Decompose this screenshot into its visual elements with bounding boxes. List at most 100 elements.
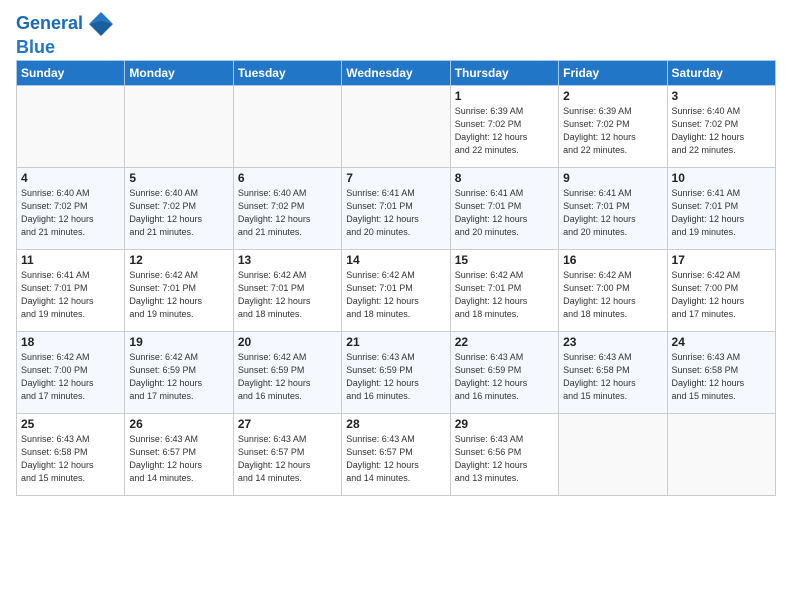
calendar-cell: 20 Sunrise: 6:42 AM Sunset: 6:59 PM Dayli… — [233, 331, 341, 413]
day-number: 23 — [563, 335, 662, 349]
calendar-cell: 24 Sunrise: 6:43 AM Sunset: 6:58 PM Dayli… — [667, 331, 775, 413]
calendar-cell: 26 Sunrise: 6:43 AM Sunset: 6:57 PM Dayli… — [125, 413, 233, 495]
day-header-thursday: Thursday — [450, 60, 558, 85]
day-info: Sunrise: 6:43 AM Sunset: 6:57 PM Dayligh… — [129, 433, 228, 485]
calendar-cell: 14 Sunrise: 6:42 AM Sunset: 7:01 PM Dayli… — [342, 249, 450, 331]
calendar-cell: 13 Sunrise: 6:42 AM Sunset: 7:01 PM Dayli… — [233, 249, 341, 331]
page-container: General Blue SundayMondayTuesdayWednesda… — [0, 0, 792, 506]
calendar-cell: 2 Sunrise: 6:39 AM Sunset: 7:02 PM Daylig… — [559, 85, 667, 167]
day-info: Sunrise: 6:43 AM Sunset: 6:59 PM Dayligh… — [346, 351, 445, 403]
day-header-wednesday: Wednesday — [342, 60, 450, 85]
calendar-cell — [667, 413, 775, 495]
day-number: 22 — [455, 335, 554, 349]
day-info: Sunrise: 6:41 AM Sunset: 7:01 PM Dayligh… — [346, 187, 445, 239]
day-number: 19 — [129, 335, 228, 349]
day-number: 1 — [455, 89, 554, 103]
day-info: Sunrise: 6:43 AM Sunset: 6:57 PM Dayligh… — [346, 433, 445, 485]
calendar-cell — [17, 85, 125, 167]
day-number: 29 — [455, 417, 554, 431]
day-info: Sunrise: 6:43 AM Sunset: 6:56 PM Dayligh… — [455, 433, 554, 485]
day-number: 14 — [346, 253, 445, 267]
day-number: 20 — [238, 335, 337, 349]
calendar-cell — [342, 85, 450, 167]
day-info: Sunrise: 6:43 AM Sunset: 6:58 PM Dayligh… — [672, 351, 771, 403]
day-info: Sunrise: 6:41 AM Sunset: 7:01 PM Dayligh… — [21, 269, 120, 321]
day-header-sunday: Sunday — [17, 60, 125, 85]
day-number: 18 — [21, 335, 120, 349]
calendar-cell: 6 Sunrise: 6:40 AM Sunset: 7:02 PM Daylig… — [233, 167, 341, 249]
calendar-cell: 1 Sunrise: 6:39 AM Sunset: 7:02 PM Daylig… — [450, 85, 558, 167]
calendar-week-2: 4 Sunrise: 6:40 AM Sunset: 7:02 PM Daylig… — [17, 167, 776, 249]
day-info: Sunrise: 6:41 AM Sunset: 7:01 PM Dayligh… — [455, 187, 554, 239]
calendar-cell: 10 Sunrise: 6:41 AM Sunset: 7:01 PM Dayli… — [667, 167, 775, 249]
day-number: 24 — [672, 335, 771, 349]
day-info: Sunrise: 6:42 AM Sunset: 7:00 PM Dayligh… — [21, 351, 120, 403]
day-info: Sunrise: 6:41 AM Sunset: 7:01 PM Dayligh… — [672, 187, 771, 239]
calendar-cell: 3Sunrise: 6:40 AM Sunset: 7:02 PM Daylig… — [667, 85, 775, 167]
day-info: Sunrise: 6:40 AM Sunset: 7:02 PM Dayligh… — [672, 105, 771, 157]
day-info: Sunrise: 6:42 AM Sunset: 7:00 PM Dayligh… — [563, 269, 662, 321]
day-info: Sunrise: 6:42 AM Sunset: 7:01 PM Dayligh… — [238, 269, 337, 321]
day-number: 2 — [563, 89, 662, 103]
day-number: 16 — [563, 253, 662, 267]
calendar-week-3: 11 Sunrise: 6:41 AM Sunset: 7:01 PM Dayli… — [17, 249, 776, 331]
day-number: 13 — [238, 253, 337, 267]
day-info: Sunrise: 6:39 AM Sunset: 7:02 PM Dayligh… — [455, 105, 554, 157]
calendar-week-5: 25 Sunrise: 6:43 AM Sunset: 6:58 PM Dayli… — [17, 413, 776, 495]
logo-text: General — [16, 14, 83, 34]
calendar-cell: 17 Sunrise: 6:42 AM Sunset: 7:00 PM Dayli… — [667, 249, 775, 331]
day-number: 27 — [238, 417, 337, 431]
day-number: 25 — [21, 417, 120, 431]
day-header-friday: Friday — [559, 60, 667, 85]
day-number: 15 — [455, 253, 554, 267]
calendar-cell: 28 Sunrise: 6:43 AM Sunset: 6:57 PM Dayli… — [342, 413, 450, 495]
calendar-cell: 21 Sunrise: 6:43 AM Sunset: 6:59 PM Dayli… — [342, 331, 450, 413]
header: General Blue — [16, 10, 776, 58]
calendar-header-row: SundayMondayTuesdayWednesdayThursdayFrid… — [17, 60, 776, 85]
day-number: 10 — [672, 171, 771, 185]
calendar-cell: 18 Sunrise: 6:42 AM Sunset: 7:00 PM Dayli… — [17, 331, 125, 413]
day-number: 6 — [238, 171, 337, 185]
calendar-cell: 27 Sunrise: 6:43 AM Sunset: 6:57 PM Dayli… — [233, 413, 341, 495]
logo: General Blue — [16, 10, 115, 58]
day-number: 4 — [21, 171, 120, 185]
day-number: 17 — [672, 253, 771, 267]
day-number: 12 — [129, 253, 228, 267]
day-header-monday: Monday — [125, 60, 233, 85]
calendar-cell — [125, 85, 233, 167]
day-info: Sunrise: 6:43 AM Sunset: 6:57 PM Dayligh… — [238, 433, 337, 485]
calendar-cell: 16 Sunrise: 6:42 AM Sunset: 7:00 PM Dayli… — [559, 249, 667, 331]
calendar-table: SundayMondayTuesdayWednesdayThursdayFrid… — [16, 60, 776, 496]
calendar-cell: 29 Sunrise: 6:43 AM Sunset: 6:56 PM Dayli… — [450, 413, 558, 495]
calendar-week-4: 18 Sunrise: 6:42 AM Sunset: 7:00 PM Dayli… — [17, 331, 776, 413]
day-number: 28 — [346, 417, 445, 431]
day-header-tuesday: Tuesday — [233, 60, 341, 85]
day-number: 7 — [346, 171, 445, 185]
day-info: Sunrise: 6:40 AM Sunset: 7:02 PM Dayligh… — [238, 187, 337, 239]
calendar-cell: 4 Sunrise: 6:40 AM Sunset: 7:02 PM Daylig… — [17, 167, 125, 249]
day-info: Sunrise: 6:42 AM Sunset: 7:00 PM Dayligh… — [672, 269, 771, 321]
calendar-cell: 23Sunrise: 6:43 AM Sunset: 6:58 PM Dayli… — [559, 331, 667, 413]
day-info: Sunrise: 6:43 AM Sunset: 6:59 PM Dayligh… — [455, 351, 554, 403]
day-number: 11 — [21, 253, 120, 267]
day-info: Sunrise: 6:42 AM Sunset: 7:01 PM Dayligh… — [346, 269, 445, 321]
logo-text2: Blue — [16, 38, 115, 58]
calendar-week-1: 1 Sunrise: 6:39 AM Sunset: 7:02 PM Daylig… — [17, 85, 776, 167]
day-number: 26 — [129, 417, 228, 431]
day-header-saturday: Saturday — [667, 60, 775, 85]
day-info: Sunrise: 6:39 AM Sunset: 7:02 PM Dayligh… — [563, 105, 662, 157]
calendar-cell: 19 Sunrise: 6:42 AM Sunset: 6:59 PM Dayli… — [125, 331, 233, 413]
day-number: 21 — [346, 335, 445, 349]
calendar-cell: 7 Sunrise: 6:41 AM Sunset: 7:01 PM Daylig… — [342, 167, 450, 249]
day-number: 8 — [455, 171, 554, 185]
calendar-cell: 8 Sunrise: 6:41 AM Sunset: 7:01 PM Daylig… — [450, 167, 558, 249]
calendar-cell: 25 Sunrise: 6:43 AM Sunset: 6:58 PM Dayli… — [17, 413, 125, 495]
day-info: Sunrise: 6:42 AM Sunset: 6:59 PM Dayligh… — [129, 351, 228, 403]
day-info: Sunrise: 6:43 AM Sunset: 6:58 PM Dayligh… — [21, 433, 120, 485]
day-info: Sunrise: 6:42 AM Sunset: 6:59 PM Dayligh… — [238, 351, 337, 403]
calendar-cell: 22 Sunrise: 6:43 AM Sunset: 6:59 PM Dayli… — [450, 331, 558, 413]
calendar-cell: 15Sunrise: 6:42 AM Sunset: 7:01 PM Dayli… — [450, 249, 558, 331]
day-info: Sunrise: 6:40 AM Sunset: 7:02 PM Dayligh… — [21, 187, 120, 239]
calendar-cell: 9Sunrise: 6:41 AM Sunset: 7:01 PM Daylig… — [559, 167, 667, 249]
day-info: Sunrise: 6:41 AM Sunset: 7:01 PM Dayligh… — [563, 187, 662, 239]
